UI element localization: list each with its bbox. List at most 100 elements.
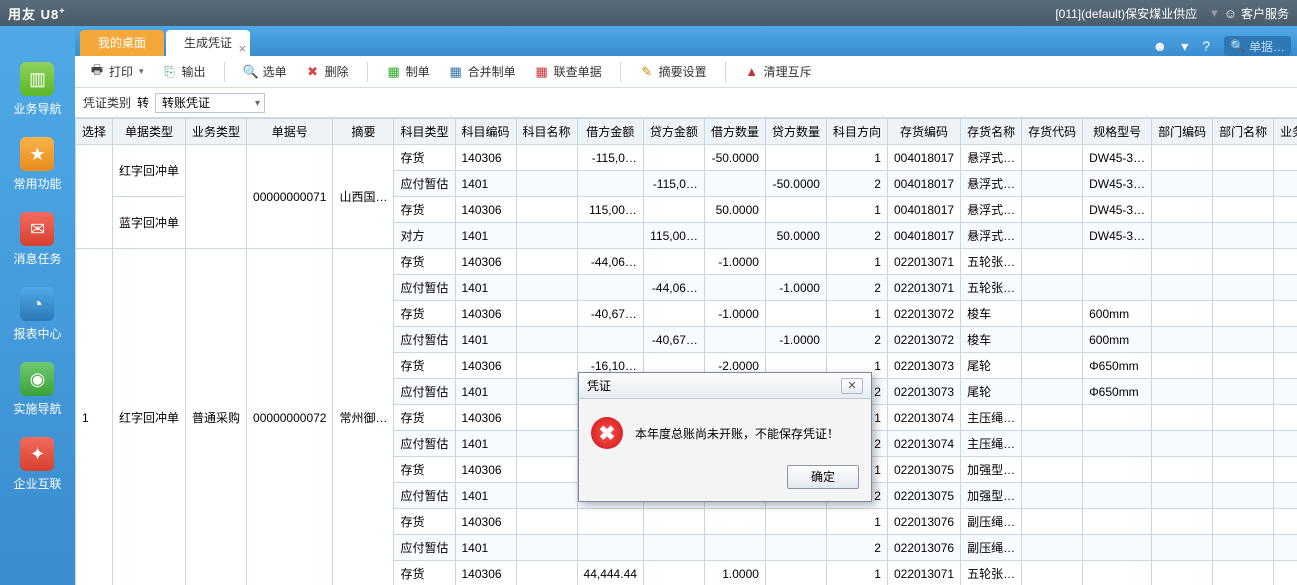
sidebar-item-connect[interactable]: ✦企业互联 <box>13 437 61 492</box>
dialog-ok-button[interactable]: 确定 <box>787 465 859 489</box>
print-button[interactable]: 🖶打印▾ <box>83 61 150 82</box>
tab-generate-voucher[interactable]: 生成凭证× <box>166 30 250 56</box>
cell: 140306 <box>455 405 516 431</box>
cell <box>765 509 826 535</box>
sidebar-label: 报表中心 <box>13 325 61 342</box>
cell <box>704 171 765 197</box>
col-header[interactable]: 单据类型 <box>113 119 186 145</box>
col-header[interactable]: 科目类型 <box>394 119 455 145</box>
col-header[interactable]: 存货代码 <box>1022 119 1083 145</box>
tab-desktop[interactable]: 我的桌面 <box>80 30 164 56</box>
folder-icon: ▥ <box>20 62 54 96</box>
cell <box>1213 197 1274 223</box>
col-header[interactable]: 存货编码 <box>887 119 960 145</box>
col-header[interactable]: 科目编码 <box>455 119 516 145</box>
cell <box>1022 561 1083 585</box>
cell: 140306 <box>455 353 516 379</box>
service-link[interactable]: 客户服务 <box>1241 5 1289 22</box>
col-header[interactable]: 贷方数量 <box>765 119 826 145</box>
sidebar-label: 实施导航 <box>13 400 61 417</box>
cell <box>1083 405 1152 431</box>
cell: 1401 <box>455 275 516 301</box>
cell: 50.0000 <box>765 223 826 249</box>
col-header[interactable]: 部门编码 <box>1152 119 1213 145</box>
summary-button[interactable]: ✎摘要设置 <box>633 61 713 82</box>
cell <box>1213 561 1274 585</box>
cell: 存货 <box>394 145 455 171</box>
col-header[interactable]: 借方数量 <box>704 119 765 145</box>
cell: Φ650mm <box>1083 379 1152 405</box>
help-icon[interactable]: ? <box>1202 38 1210 54</box>
cell: 悬浮式… <box>961 197 1022 223</box>
col-header[interactable]: 科目方向 <box>826 119 887 145</box>
col-header[interactable]: 存货名称 <box>961 119 1022 145</box>
user-icon[interactable]: ☻ <box>1152 38 1167 54</box>
col-header[interactable]: 业务员 <box>1274 119 1297 145</box>
cell <box>1213 405 1274 431</box>
col-header[interactable]: 单据号 <box>247 119 333 145</box>
col-header[interactable]: 贷方金额 <box>643 119 704 145</box>
select-button[interactable]: 🔍选单 <box>237 61 293 82</box>
cell <box>1022 327 1083 353</box>
cell: 115,00… <box>577 197 643 223</box>
cell <box>516 171 577 197</box>
cell <box>1213 249 1274 275</box>
sidebar-item-biz-nav[interactable]: ▥业务导航 <box>13 62 61 117</box>
cell <box>643 145 704 171</box>
cell <box>1274 509 1297 535</box>
export-button[interactable]: ⎘输出 <box>156 61 212 82</box>
cell: 00000000072 <box>247 249 333 585</box>
clear-button[interactable]: ▲清理互斥 <box>738 61 818 82</box>
cell <box>516 483 577 509</box>
sidebar-item-reports[interactable]: ◔报表中心 <box>13 287 61 342</box>
cell <box>1152 535 1213 561</box>
cell <box>1213 535 1274 561</box>
cell <box>1274 353 1297 379</box>
col-header[interactable]: 部门名称 <box>1213 119 1274 145</box>
toolbar: 🖶打印▾ ⎘输出 🔍选单 ✖删除 ▦制单 ▦合并制单 ▦联查单据 ✎摘要设置 ▲… <box>75 56 1297 88</box>
col-header[interactable]: 选择 <box>76 119 113 145</box>
cell <box>765 535 826 561</box>
cell <box>704 223 765 249</box>
table-row[interactable]: 红字回冲单00000000071山西国…存货140306-115,0…-50.0… <box>76 145 1297 171</box>
cell: 022013075 <box>887 457 960 483</box>
cell <box>1213 275 1274 301</box>
cell <box>1152 509 1213 535</box>
col-header[interactable]: 借方金额 <box>577 119 643 145</box>
cell: 022013071 <box>887 275 960 301</box>
cell <box>516 275 577 301</box>
dialog-title: 凭证 <box>587 377 611 394</box>
merge-button[interactable]: ▦合并制单 <box>442 61 522 82</box>
sidebar-item-common[interactable]: ★常用功能 <box>13 137 61 192</box>
cell: 存货 <box>394 197 455 223</box>
cell <box>1213 327 1274 353</box>
search-box[interactable]: 🔍 单据… <box>1224 36 1291 56</box>
dialog-close-button[interactable]: ✕ <box>841 378 863 394</box>
cell <box>1274 379 1297 405</box>
cell: 悬浮式… <box>961 171 1022 197</box>
cell <box>643 535 704 561</box>
col-header[interactable]: 业务类型 <box>186 119 247 145</box>
col-header[interactable]: 科目名称 <box>516 119 577 145</box>
cell <box>1022 275 1083 301</box>
select-icon: 🔍 <box>243 64 259 80</box>
link-button[interactable]: ▦联查单据 <box>528 61 608 82</box>
cell: 应付暂估 <box>394 275 455 301</box>
cell: 022013074 <box>887 405 960 431</box>
cell <box>516 535 577 561</box>
table-row[interactable]: 1红字回冲单普通采购00000000072常州御…存货140306-44,06…… <box>76 249 1297 275</box>
service-icon[interactable]: ☺ <box>1224 6 1237 21</box>
cell <box>1274 483 1297 509</box>
cell: 1401 <box>455 327 516 353</box>
cell: 五轮张… <box>961 561 1022 585</box>
cell <box>765 561 826 585</box>
col-header[interactable]: 规格型号 <box>1083 119 1152 145</box>
sidebar-item-impl[interactable]: ◉实施导航 <box>13 362 61 417</box>
delete-button[interactable]: ✖删除 <box>299 61 355 82</box>
voucher-type-select[interactable]: 转账凭证 <box>155 93 265 113</box>
dropdown-icon[interactable]: ▾ <box>1181 38 1188 55</box>
make-button[interactable]: ▦制单 <box>380 61 436 82</box>
col-header[interactable]: 摘要 <box>333 119 394 145</box>
grid-scroll[interactable]: 选择单据类型业务类型单据号摘要科目类型科目编码科目名称借方金额贷方金额借方数量贷… <box>75 118 1297 585</box>
sidebar-item-messages[interactable]: ✉消息任务 <box>13 212 61 267</box>
